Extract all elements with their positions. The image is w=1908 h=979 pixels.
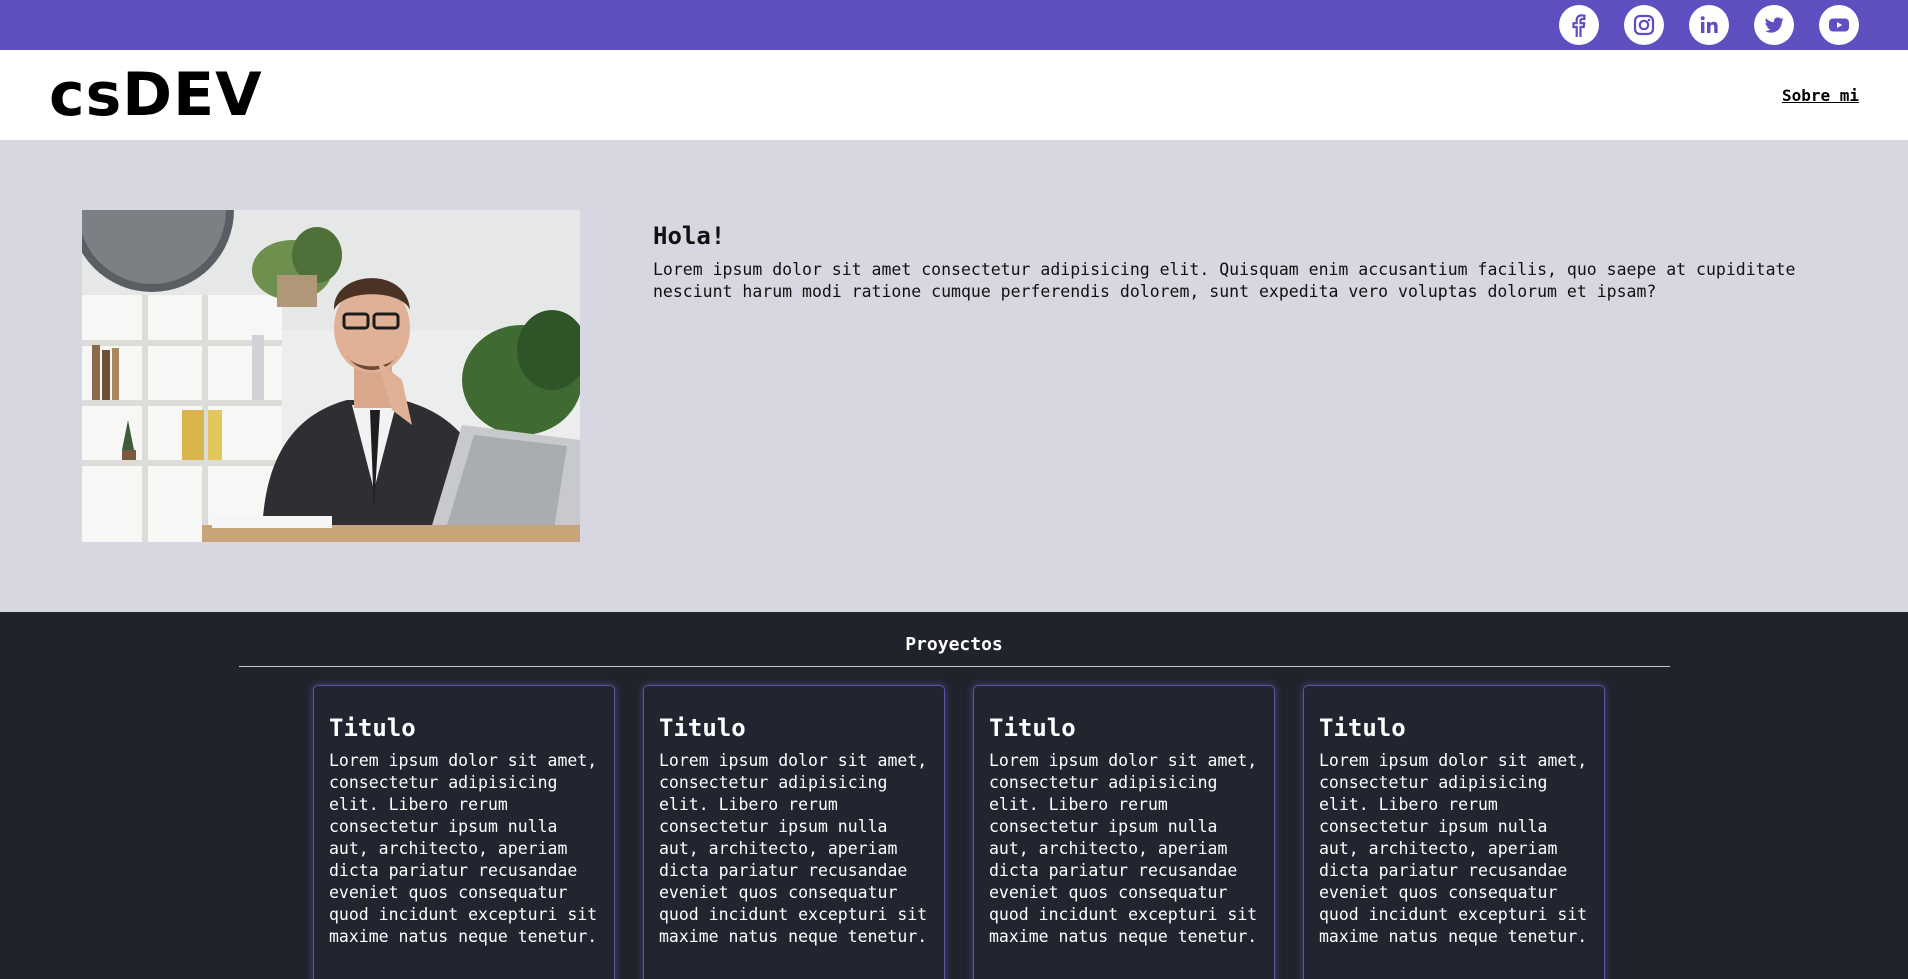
- project-card-description: Lorem ipsum dolor sit amet, consectetur …: [1319, 751, 1588, 946]
- hero-title: Hola!: [653, 222, 726, 250]
- project-card-title: Titulo: [989, 714, 1076, 742]
- facebook-icon[interactable]: [1559, 5, 1599, 45]
- logo[interactable]: csDEV: [49, 65, 263, 125]
- projects-title: Proyectos: [905, 634, 1003, 655]
- project-card-description: Lorem ipsum dolor sit amet, consectetur …: [989, 751, 1258, 946]
- linkedin-icon[interactable]: [1689, 5, 1729, 45]
- project-card-title: Titulo: [659, 714, 746, 742]
- social-bar: [0, 0, 1908, 50]
- project-card-title: Titulo: [1319, 714, 1406, 742]
- projects-section: Proyectos Titulo Lorem ipsum dolor sit a…: [0, 612, 1908, 979]
- project-card[interactable]: Titulo Lorem ipsum dolor sit amet, conse…: [313, 685, 615, 979]
- main-navbar: csDEV Sobre mi: [0, 50, 1908, 140]
- projects-divider: [239, 666, 1670, 667]
- hero-photo: [82, 210, 580, 542]
- twitter-icon[interactable]: [1754, 5, 1794, 45]
- hero-description: Lorem ipsum dolor sit amet consectetur a…: [653, 260, 1796, 301]
- project-card[interactable]: Titulo Lorem ipsum dolor sit amet, conse…: [643, 685, 945, 979]
- youtube-icon[interactable]: [1819, 5, 1859, 45]
- hero-text-block: Hola! Lorem ipsum dolor sit amet consect…: [653, 222, 1853, 303]
- project-card[interactable]: Titulo Lorem ipsum dolor sit amet, conse…: [973, 685, 1275, 979]
- hero-section: Hola! Lorem ipsum dolor sit amet consect…: [0, 140, 1908, 612]
- project-card-description: Lorem ipsum dolor sit amet, consectetur …: [659, 751, 928, 946]
- project-card-description: Lorem ipsum dolor sit amet, consectetur …: [329, 751, 598, 946]
- instagram-icon[interactable]: [1624, 5, 1664, 45]
- project-card-title: Titulo: [329, 714, 416, 742]
- project-cards: Titulo Lorem ipsum dolor sit amet, conse…: [313, 685, 1605, 979]
- nav-link-sobre-mi[interactable]: Sobre mi: [1782, 86, 1859, 105]
- project-card[interactable]: Titulo Lorem ipsum dolor sit amet, conse…: [1303, 685, 1605, 979]
